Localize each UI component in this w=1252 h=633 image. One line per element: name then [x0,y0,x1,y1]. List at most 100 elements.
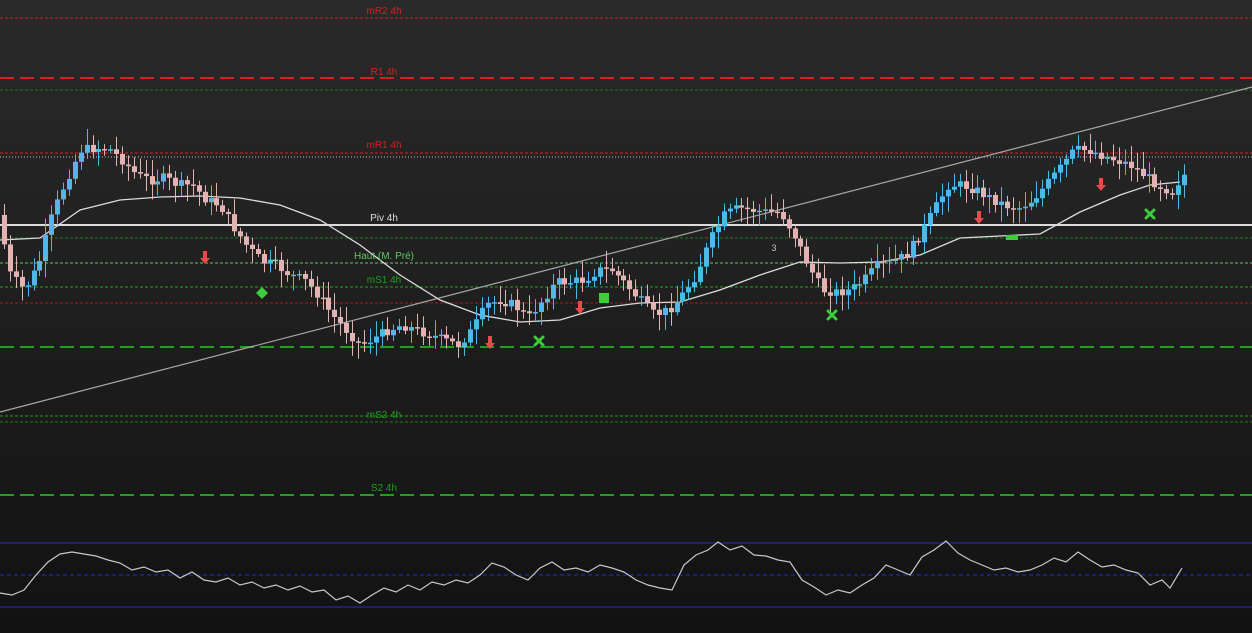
candle-bear [250,244,255,249]
candle-bear [751,208,756,212]
candle-bull [639,296,644,298]
candle-bear [881,261,886,263]
candle-bear [132,166,137,173]
candle-bull [857,284,862,286]
candle-bull [268,259,273,264]
candle-bear [621,275,626,281]
candle-bear [220,205,225,212]
candle-bull [958,181,963,187]
candle-bull [1093,152,1098,155]
candle-bull [1105,156,1110,159]
candle-bear [580,277,585,283]
candle-bull [85,144,90,153]
candle-bear [1099,152,1104,159]
candle-bull [492,302,497,304]
candle-bear [1011,208,1016,210]
candle-bull [934,202,939,213]
price-chart[interactable]: mR2 4h R1 4h mR1 4h Piv 4h Haut (M. Pré)… [0,0,1252,633]
candle-bull [433,335,438,338]
candle-bull [209,198,214,203]
candle-bear [338,317,343,323]
candle-bear [150,176,155,185]
candle-bull [686,287,691,293]
candle-bull [545,298,550,303]
candle-bull [952,186,957,190]
candle-bull [763,209,768,211]
candle-bull [26,285,31,287]
candle-bear [651,302,656,310]
candle-bear [415,327,420,329]
candle-bear [527,311,532,314]
candle-bull [675,301,680,313]
candle-bear [970,188,975,194]
candle-bull [1029,202,1034,207]
candle-bull [922,224,927,243]
candle-bull [73,161,78,179]
candle-bull [49,214,54,235]
level-label-mR1: mR1 4h [366,140,401,151]
candle-bull [380,329,385,337]
candle-bull [67,178,72,190]
candle-bear [521,310,526,312]
candle-bull [1034,198,1039,203]
candle-bear [226,211,231,215]
candle-bear [669,307,674,313]
level-label-mS2: mS2 4h [367,410,401,421]
candle-bear [2,215,7,245]
candle-bull [79,152,84,162]
candle-bull [1052,172,1057,179]
candle-bear [185,180,190,185]
candle-bear [321,297,326,300]
candle-bull [875,261,880,269]
candle-bear [1152,174,1157,188]
candle-bear [244,236,249,245]
candle-bull [551,284,556,299]
candle-bear [816,272,821,279]
level-label-R1: R1 4h [371,67,398,78]
candle-bear [344,322,349,333]
candle-bear [167,173,172,178]
candle-bear [120,154,125,165]
candle-bull [1040,188,1045,199]
candle-bull [439,334,444,337]
level-label-mR2: mR2 4h [366,6,401,17]
candle-bear [745,207,750,210]
candle-bear [645,296,650,303]
candle-bear [810,263,815,273]
candle-bear [385,329,390,336]
candle-bull [1046,178,1051,189]
candle-bull [61,189,66,200]
candle-bear [1135,168,1140,170]
candle-bear [102,149,107,151]
candle-bull [1182,174,1187,186]
candle-bull [987,195,992,198]
candle-bear [616,271,621,276]
candle-bear [303,274,308,279]
candle-bear [309,278,314,287]
candle-bull [55,199,60,215]
candle-bear [191,184,196,186]
candle-bear [798,238,803,247]
candle-bear [273,259,278,262]
candle-bull [834,289,839,296]
candle-bull [368,342,373,345]
candle-bull [391,329,396,336]
candle-bull [574,277,579,283]
candle-bull [692,282,697,288]
candle-bull [557,278,562,285]
candle-bull [928,213,933,225]
candle-bear [356,341,361,343]
candle-bull [852,284,857,290]
candle-bull [716,226,721,233]
candle-bear [126,164,131,167]
candle-bull [592,276,597,281]
candle-bull [1017,208,1022,210]
candle-bull [734,205,739,209]
candle-bear [91,144,96,153]
candle-bear [1170,193,1175,195]
candle-bear [840,289,845,296]
candle-bear [214,198,219,206]
candle-bull [1076,145,1081,150]
candle-bull [291,274,296,277]
candle-bear [633,289,638,297]
